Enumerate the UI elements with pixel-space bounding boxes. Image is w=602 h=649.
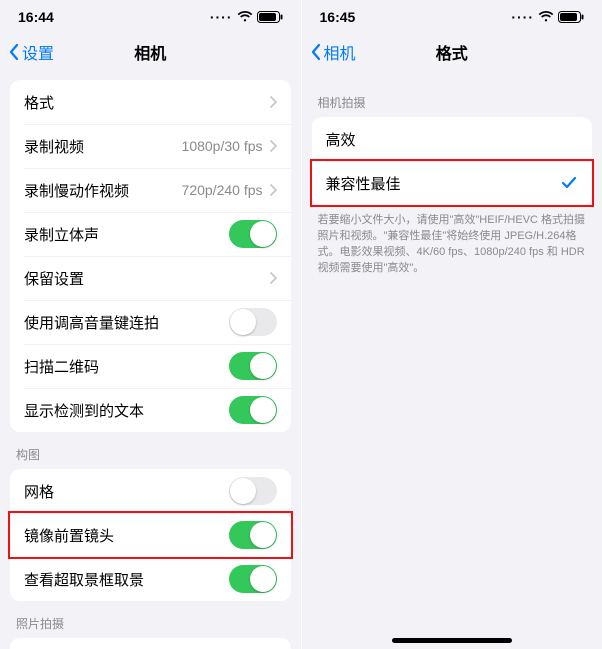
settings-row[interactable]: 镜像前置镜头 (10, 513, 291, 557)
checkmark-icon (560, 174, 578, 192)
content-area: 相机拍摄 高效兼容性最佳 若要缩小文件大小，请使用"高效"HEIF/HEVC 格… (302, 72, 602, 649)
row-label: 兼容性最佳 (326, 173, 561, 194)
back-label: 设置 (22, 40, 54, 64)
screen-camera-settings: 16:44 ···· 设置 相机 格式录制视频1080p/30 fps录制慢动作… (0, 0, 301, 649)
settings-row[interactable]: 录制视频1080p/30 fps (10, 124, 291, 168)
home-indicator[interactable] (392, 638, 512, 643)
group-header-composition: 构图 (0, 432, 301, 469)
settings-row[interactable]: 录制立体声 (10, 212, 291, 256)
toggle-switch[interactable] (229, 565, 277, 593)
toggle-switch[interactable] (229, 477, 277, 505)
chevron-right-icon (269, 272, 277, 284)
settings-row[interactable]: 显示检测到的文本 (10, 388, 291, 432)
row-label: 查看超取景框取景 (24, 569, 229, 590)
row-detail: 720p/240 fps (182, 182, 263, 198)
settings-row[interactable]: 保留设置 (10, 256, 291, 300)
chevron-right-icon (269, 140, 277, 152)
chevron-right-icon (269, 96, 277, 108)
toggle-switch[interactable] (229, 220, 277, 248)
toggle-switch[interactable] (229, 521, 277, 549)
status-bar: 16:44 ···· (0, 0, 301, 32)
battery-icon (257, 11, 283, 23)
chevron-left-icon (310, 43, 322, 61)
group-header-capture: 相机拍摄 (302, 80, 602, 117)
cellular-icon: ···· (511, 9, 534, 25)
wifi-icon (237, 11, 253, 23)
toggle-switch[interactable] (229, 396, 277, 424)
battery-icon (558, 11, 584, 23)
group-header-photo: 照片拍摄 (0, 601, 301, 638)
chevron-left-icon (8, 43, 20, 61)
settings-group-2: 网格镜像前置镜头查看超取景框取景 (10, 469, 291, 601)
status-icons: ···· (511, 9, 584, 25)
row-label: 扫描二维码 (24, 356, 229, 377)
settings-row[interactable]: 使用调高音量键连拍 (10, 300, 291, 344)
nav-bar: 相机 格式 (302, 32, 602, 72)
status-bar: 16:45 ···· (302, 0, 602, 32)
row-label: 显示检测到的文本 (24, 400, 229, 421)
back-label: 相机 (324, 40, 356, 64)
settings-row[interactable]: 查看超取景框取景 (10, 557, 291, 601)
chevron-right-icon (269, 184, 277, 196)
row-label: 录制视频 (24, 136, 182, 157)
cellular-icon: ···· (210, 9, 233, 25)
settings-row[interactable]: 扫描二维码 (10, 344, 291, 388)
content-area: 格式录制视频1080p/30 fps录制慢动作视频720p/240 fps录制立… (0, 72, 301, 649)
settings-row[interactable]: 高效 (312, 117, 593, 161)
row-label: 格式 (24, 92, 269, 113)
row-label: 镜像前置镜头 (24, 525, 229, 546)
footnote-text: 若要缩小文件大小，请使用"高效"HEIF/HEVC 格式拍摄照片和视频。"兼容性… (302, 205, 602, 277)
settings-row[interactable]: 摄影风格 (10, 638, 291, 649)
settings-row[interactable]: 兼容性最佳 (312, 161, 593, 205)
row-detail: 1080p/30 fps (182, 138, 263, 154)
status-time: 16:44 (18, 9, 54, 25)
format-options-group: 高效兼容性最佳 (312, 117, 593, 205)
toggle-switch[interactable] (229, 308, 277, 336)
toggle-switch[interactable] (229, 352, 277, 380)
status-time: 16:45 (320, 9, 356, 25)
row-label: 录制慢动作视频 (24, 180, 182, 201)
row-label: 保留设置 (24, 268, 269, 289)
row-label: 网格 (24, 481, 229, 502)
status-icons: ···· (210, 9, 283, 25)
settings-row[interactable]: 格式 (10, 80, 291, 124)
settings-row[interactable]: 录制慢动作视频720p/240 fps (10, 168, 291, 212)
back-button[interactable]: 相机 (302, 40, 356, 64)
back-button[interactable]: 设置 (0, 40, 54, 64)
settings-group-1: 格式录制视频1080p/30 fps录制慢动作视频720p/240 fps录制立… (10, 80, 291, 432)
row-label: 录制立体声 (24, 224, 229, 245)
row-label: 使用调高音量键连拍 (24, 312, 229, 333)
settings-row[interactable]: 网格 (10, 469, 291, 513)
row-label: 高效 (326, 129, 579, 150)
settings-group-3: 摄影风格 (10, 638, 291, 649)
nav-bar: 设置 相机 (0, 32, 301, 72)
wifi-icon (538, 11, 554, 23)
screen-formats: 16:45 ···· 相机 格式 相机拍摄 高效兼容性最佳 若要缩小文件大小，请… (301, 0, 602, 649)
